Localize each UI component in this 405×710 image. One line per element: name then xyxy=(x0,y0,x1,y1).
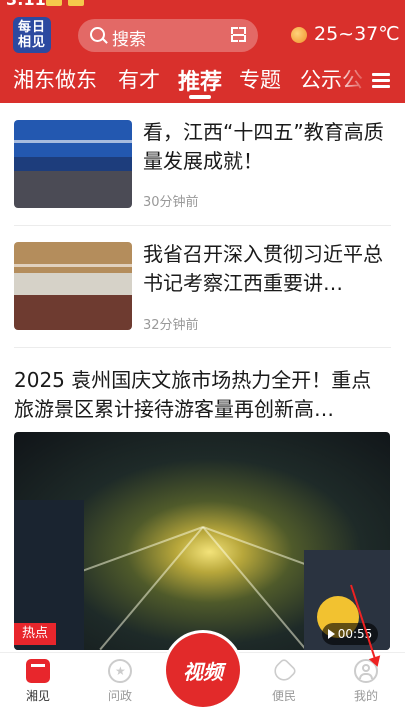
news-title: 我省召开深入贯彻习近平总书记考察江西重要讲… xyxy=(143,242,383,295)
app-header: 3:11 每日相见 搜索 25~37℃ 湘东做东 有才 推荐 专题 公示公 xyxy=(0,0,405,103)
hot-badge: 热点 xyxy=(14,623,56,645)
tab-topics[interactable]: 专题 xyxy=(239,64,281,94)
notification-icon xyxy=(46,0,62,6)
play-icon xyxy=(327,629,335,639)
featured-video-thumbnail[interactable] xyxy=(14,432,390,650)
featured-title[interactable]: 2025 袁州国庆文旅市场热力全开！重点旅游景区累计接待游客量再创新高… xyxy=(14,366,390,424)
tab-youcai[interactable]: 有才 xyxy=(118,64,160,94)
news-thumbnail xyxy=(14,120,132,208)
divider xyxy=(14,225,391,226)
divider xyxy=(14,347,391,348)
search-bar[interactable]: 搜索 xyxy=(78,19,258,52)
video-center-button[interactable]: 视频 xyxy=(166,633,240,707)
weather-temperature[interactable]: 25~37℃ xyxy=(314,23,400,45)
status-bar: 3:11 xyxy=(0,0,405,9)
notification-icon xyxy=(68,0,84,6)
scan-icon[interactable] xyxy=(231,27,246,42)
category-tabs: 湘东做东 有才 推荐 专题 公示公 xyxy=(0,62,405,100)
status-time: 3:11 xyxy=(6,0,46,9)
news-time: 30分钟前 xyxy=(143,195,199,210)
news-time: 32分钟前 xyxy=(143,318,199,333)
search-icon xyxy=(90,27,105,42)
handshake-icon xyxy=(270,657,298,685)
nav-mine[interactable]: 我的 xyxy=(336,659,396,704)
star-chat-icon: ★ xyxy=(108,659,132,683)
nav-wenzheng[interactable]: ★ 问政 xyxy=(90,659,150,704)
search-placeholder: 搜索 xyxy=(112,30,146,50)
news-title: 看，江西“十四五”教育高质量发展成就！ xyxy=(143,120,384,173)
menu-icon[interactable] xyxy=(372,73,390,89)
app-logo[interactable]: 每日相见 xyxy=(13,17,51,53)
home-icon xyxy=(26,659,50,683)
active-tab-indicator xyxy=(189,95,211,99)
weather-icon xyxy=(291,27,307,43)
nav-bianmin[interactable]: 便民 xyxy=(254,657,314,704)
tab-recommend[interactable]: 推荐 xyxy=(178,64,222,96)
nav-xiangjian[interactable]: 湘见 xyxy=(8,659,68,704)
tab-xiangdong[interactable]: 湘东做东 xyxy=(13,64,97,94)
news-thumbnail xyxy=(14,242,132,330)
